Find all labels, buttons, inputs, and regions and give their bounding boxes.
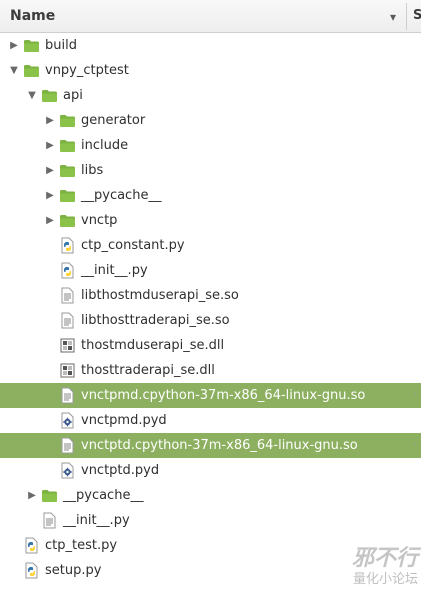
column-header[interactable]: Name ▾ S bbox=[0, 0, 421, 33]
python-file-icon bbox=[23, 562, 40, 579]
watermark-text: 量化小论坛 bbox=[352, 572, 418, 587]
tree-row[interactable]: ▶ include bbox=[0, 133, 421, 158]
tree-row[interactable]: ▼ api bbox=[0, 83, 421, 108]
tree-row[interactable]: thostmduserapi_se.dll bbox=[0, 333, 421, 358]
row-edge-marker: · bbox=[413, 437, 417, 451]
tree-item-label: libthosttraderapi_se.so bbox=[81, 313, 230, 328]
text-file-icon bbox=[59, 437, 76, 454]
tree-row[interactable]: thosttraderapi_se.dll bbox=[0, 358, 421, 383]
dll-file-icon bbox=[59, 362, 76, 379]
expand-arrow-right-icon[interactable]: ▶ bbox=[44, 183, 56, 208]
tree-item-label: api bbox=[63, 88, 83, 103]
tree-row[interactable]: ctp_constant.py bbox=[0, 233, 421, 258]
next-column-label: S bbox=[413, 8, 421, 23]
tree-row[interactable]: vnctpmd.pyd bbox=[0, 408, 421, 433]
tree-row[interactable]: __init__.py bbox=[0, 258, 421, 283]
tree-row[interactable]: ▶ build bbox=[0, 33, 421, 58]
tree-row[interactable]: ▼ vnpy_ctptest bbox=[0, 58, 421, 83]
text-file-icon bbox=[41, 512, 58, 529]
tree-item-label: vnctpmd.pyd bbox=[81, 413, 167, 428]
tree-item-label: thostmduserapi_se.dll bbox=[81, 338, 225, 353]
expand-arrow-right-icon[interactable]: ▶ bbox=[44, 158, 56, 183]
name-column-label: Name bbox=[10, 8, 56, 24]
python-file-icon bbox=[23, 537, 40, 554]
tree-row[interactable]: __init__.py bbox=[0, 508, 421, 533]
tree-row[interactable]: ▶ __pycache__ bbox=[0, 483, 421, 508]
tree-row[interactable]: vnctptd.pyd bbox=[0, 458, 421, 483]
folder-icon bbox=[59, 112, 76, 129]
folder-icon bbox=[59, 212, 76, 229]
expand-arrow-right-icon[interactable]: ▶ bbox=[44, 133, 56, 158]
expand-arrow-right-icon[interactable]: ▶ bbox=[8, 33, 20, 58]
tree-item-label: include bbox=[81, 138, 129, 153]
folder-icon bbox=[41, 87, 58, 104]
tree-item-label: vnctp bbox=[81, 213, 118, 228]
folder-icon bbox=[59, 137, 76, 154]
folder-icon bbox=[23, 62, 40, 79]
expand-arrow-down-icon[interactable]: ▼ bbox=[26, 83, 38, 108]
tree-row[interactable]: libthostmduserapi_se.so bbox=[0, 283, 421, 308]
tree-item-label: thosttraderapi_se.dll bbox=[81, 363, 215, 378]
tree-item-label: ctp_test.py bbox=[45, 538, 118, 553]
gear-file-icon bbox=[59, 412, 76, 429]
text-file-icon bbox=[59, 387, 76, 404]
tree-row[interactable]: vnctpmd.cpython-37m-x86_64-linux-gnu.so · bbox=[0, 383, 421, 408]
tree-row[interactable]: libthosttraderapi_se.so bbox=[0, 308, 421, 333]
tree-item-label: vnctptd.cpython-37m-x86_64-linux-gnu.so bbox=[81, 438, 358, 453]
tree-item-label: vnctpmd.cpython-37m-x86_64-linux-gnu.so bbox=[81, 388, 366, 403]
expand-arrow-down-icon[interactable]: ▼ bbox=[8, 58, 20, 83]
expand-arrow-right-icon[interactable]: ▶ bbox=[44, 108, 56, 133]
expand-arrow-right-icon[interactable]: ▶ bbox=[26, 483, 38, 508]
tree-row[interactable]: vnctptd.cpython-37m-x86_64-linux-gnu.so · bbox=[0, 433, 421, 458]
tree-row[interactable]: ▶ __pycache__ bbox=[0, 183, 421, 208]
expand-arrow-right-icon[interactable]: ▶ bbox=[44, 208, 56, 233]
folder-icon bbox=[41, 487, 58, 504]
tree-item-label: libs bbox=[81, 163, 104, 178]
python-file-icon bbox=[59, 262, 76, 279]
tree-item-label: generator bbox=[81, 113, 146, 128]
python-file-icon bbox=[59, 237, 76, 254]
file-tree-panel: Name ▾ S ▶ build ▼ vnpy_ctptest ▼ api ▶ generat… bbox=[0, 0, 421, 596]
tree-item-label: libthostmduserapi_se.so bbox=[81, 288, 239, 303]
tree-row[interactable]: ▶ vnctp bbox=[0, 208, 421, 233]
gear-file-icon bbox=[59, 462, 76, 479]
tree-row[interactable]: ▶ libs bbox=[0, 158, 421, 183]
tree-item-label: vnpy_ctptest bbox=[45, 63, 129, 78]
tree-item-label: ctp_constant.py bbox=[81, 238, 185, 253]
column-divider[interactable] bbox=[406, 3, 407, 30]
chevron-down-icon[interactable]: ▾ bbox=[380, 0, 406, 33]
folder-icon bbox=[59, 162, 76, 179]
tree-item-label: __init__.py bbox=[63, 513, 130, 528]
tree-row[interactable]: ▶ generator bbox=[0, 108, 421, 133]
tree-item-label: __pycache__ bbox=[81, 188, 162, 203]
tree-item-label: setup.py bbox=[45, 563, 102, 578]
tree-item-label: __init__.py bbox=[81, 263, 148, 278]
tree-item-label: build bbox=[45, 38, 77, 53]
dll-file-icon bbox=[59, 337, 76, 354]
tree-item-label: __pycache__ bbox=[63, 488, 144, 503]
tree-item-label: vnctptd.pyd bbox=[81, 463, 160, 478]
folder-icon bbox=[23, 37, 40, 54]
folder-icon bbox=[59, 187, 76, 204]
text-file-icon bbox=[59, 312, 76, 329]
text-file-icon bbox=[59, 287, 76, 304]
row-edge-marker: · bbox=[413, 387, 417, 401]
